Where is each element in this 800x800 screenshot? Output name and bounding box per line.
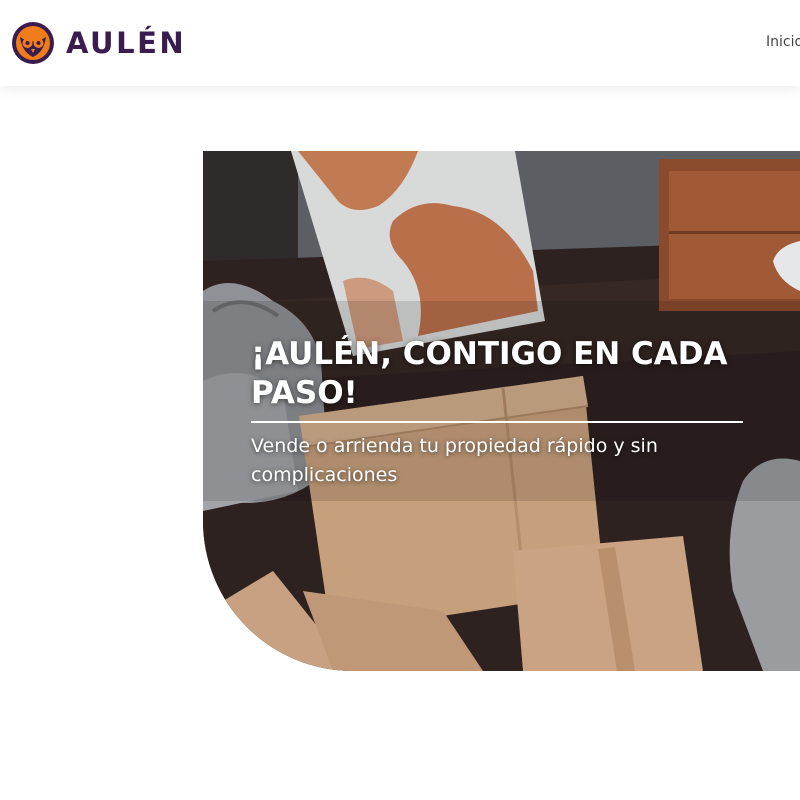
hero-subtitle: Vende o arrienda tu propiedad rápido y s…: [251, 435, 658, 486]
hero-title: ¡AULÉN, CONTIGO EN CADA PASO!: [251, 336, 728, 411]
hero-banner: ¡AULÉN, CONTIGO EN CADA PASO! Vende o ar…: [203, 151, 800, 671]
nav-link-inicio[interactable]: Inicio: [766, 34, 800, 50]
brand-name-text: AULÉN: [66, 26, 187, 60]
brand-name: AULÉN: [66, 26, 186, 60]
hero-divider: [251, 421, 743, 423]
owl-logo-icon: [12, 22, 54, 64]
site-header: AULÉN Inicio: [0, 0, 800, 86]
brand-logo[interactable]: AULÉN: [10, 19, 186, 67]
